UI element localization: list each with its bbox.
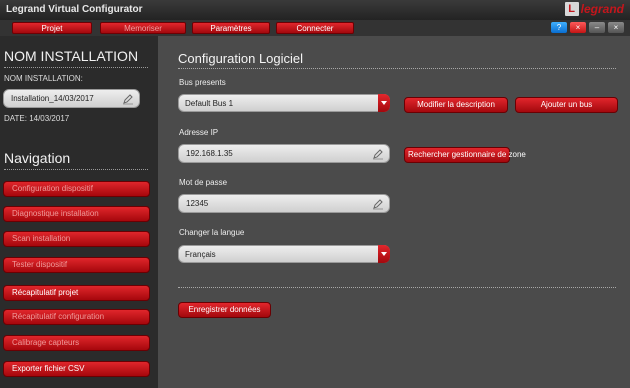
menu-projet-button[interactable]: Projet <box>12 22 92 34</box>
language-label: Changer la langue <box>179 228 245 237</box>
help-icon[interactable]: ? <box>551 22 567 33</box>
title-divider <box>178 68 616 69</box>
nav-exporter-fichier-csv[interactable]: Exporter fichier CSV <box>3 361 150 377</box>
form-divider <box>178 287 616 288</box>
installation-heading: NOM INSTALLATION <box>4 48 139 64</box>
close-red-icon[interactable]: × <box>570 22 586 33</box>
password-value: 12345 <box>186 199 209 208</box>
pencil-icon[interactable] <box>372 198 384 210</box>
menu-parametres-button[interactable]: Paramètres <box>192 22 270 34</box>
pencil-icon[interactable] <box>372 148 384 160</box>
installation-label: NOM INSTALLATION: <box>4 74 83 83</box>
legrand-logo-text: legrand <box>580 2 624 16</box>
page-title: Configuration Logiciel <box>178 51 304 66</box>
navigation-divider <box>4 169 148 170</box>
window-controls: ? × – × <box>551 22 624 33</box>
ip-address-value: 192.168.1.35 <box>186 149 233 158</box>
close-icon[interactable]: × <box>608 22 624 33</box>
nav-recapitulatif-projet[interactable]: Récapitulatif projet <box>3 285 150 301</box>
installation-name-field[interactable]: Installation_14/03/2017 <box>3 89 140 108</box>
installation-date: DATE: 14/03/2017 <box>4 114 70 123</box>
ip-address-field[interactable]: 192.168.1.35 <box>178 144 390 163</box>
menu-bar: Projet Memoriser Paramètres Connecter ? … <box>0 20 630 36</box>
nav-configuration-dispositif[interactable]: Configuration dispositif <box>3 181 150 197</box>
password-label: Mot de passe <box>179 178 228 187</box>
nav-diagnostique-installation[interactable]: Diagnostique installation <box>3 206 150 222</box>
sidebar: NOM INSTALLATION NOM INSTALLATION: Insta… <box>0 36 158 388</box>
search-zone-manager-button[interactable]: Rechercher gestionnaire de zone <box>404 147 526 163</box>
installation-name-value: Installation_14/03/2017 <box>11 94 94 103</box>
nav-recapitulatif-configuration[interactable]: Récapitulatif configuration <box>3 309 150 325</box>
nav-tester-dispositif[interactable]: Tester dispositif <box>3 257 150 273</box>
language-select[interactable]: Français <box>178 245 390 263</box>
app-title: Legrand Virtual Configurator <box>6 4 143 15</box>
language-select-value: Français <box>185 249 216 259</box>
bus-select[interactable]: Default Bus 1 <box>178 94 390 112</box>
nav-calibrage-capteurs[interactable]: Calibrage capteurs <box>3 335 150 351</box>
menu-memoriser-button[interactable]: Memoriser <box>100 22 186 34</box>
add-bus-button[interactable]: Ajouter un bus <box>515 97 618 113</box>
ip-label: Adresse IP <box>179 128 219 137</box>
navigation-heading: Navigation <box>4 150 71 166</box>
legrand-logo-mark: L <box>564 2 579 16</box>
pencil-icon[interactable] <box>122 93 134 105</box>
save-data-button[interactable]: Enregistrer données <box>178 302 271 318</box>
title-bar: Legrand Virtual Configurator L legrand <box>0 0 630 20</box>
nav-scan-installation[interactable]: Scan installation <box>3 231 150 247</box>
chevron-down-icon[interactable] <box>378 245 390 263</box>
bus-select-value: Default Bus 1 <box>185 98 234 108</box>
minimize-icon[interactable]: – <box>589 22 605 33</box>
password-field[interactable]: 12345 <box>178 194 390 213</box>
bus-label: Bus presents <box>179 78 226 87</box>
modify-description-button[interactable]: Modifier la description <box>404 97 508 113</box>
sidebar-divider <box>4 67 148 68</box>
legrand-logo: L legrand <box>564 2 624 16</box>
menu-connecter-button[interactable]: Connecter <box>276 22 354 34</box>
chevron-down-icon[interactable] <box>378 94 390 112</box>
